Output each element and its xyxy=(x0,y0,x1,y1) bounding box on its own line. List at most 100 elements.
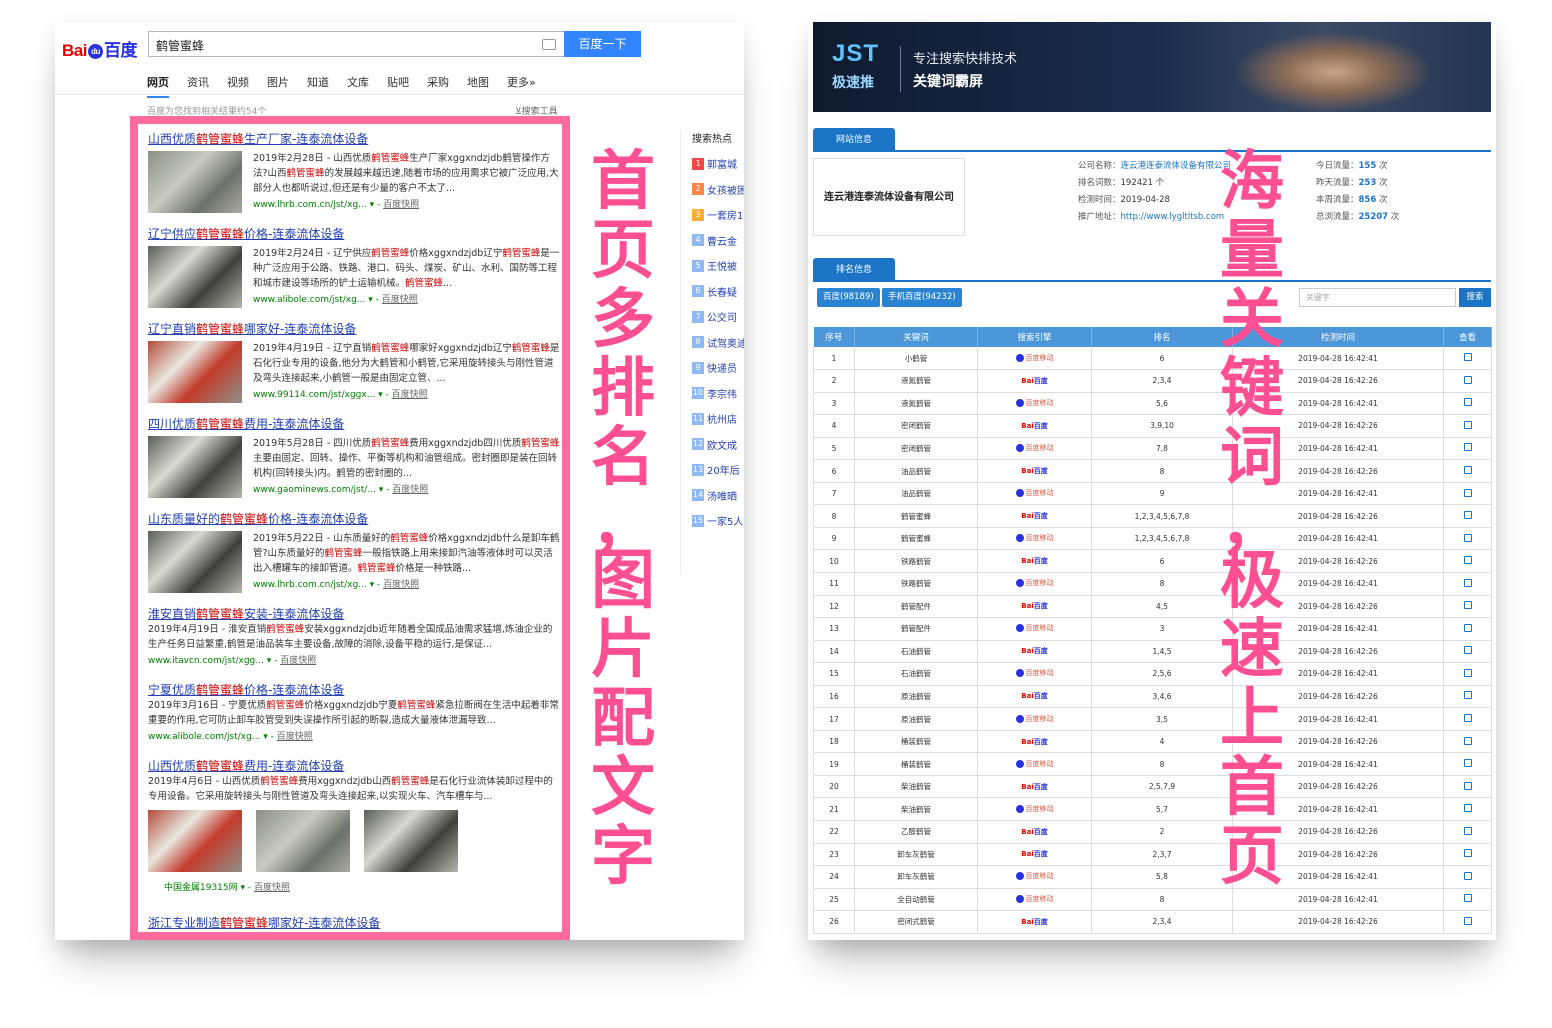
column-header: 关键词 xyxy=(854,327,978,347)
view-icon[interactable] xyxy=(1463,601,1472,610)
table-row: 24 卸车灰鹤管 百度移动 5,8 2019-04-28 16:42:41 xyxy=(813,865,1492,889)
view-icon[interactable] xyxy=(1463,691,1472,700)
baidu-logo[interactable]: Bai du 百度 xyxy=(62,36,137,61)
baidu-mobile-icon: 百度移动 xyxy=(1015,443,1054,453)
baidu-engine-icon: Bai百度 xyxy=(1021,647,1048,656)
view-icon[interactable] xyxy=(1463,353,1472,362)
hot-item[interactable]: 10 李宗伟 xyxy=(692,381,744,407)
table-row: 7 油品鹤管 百度移动 9 2019-04-28 16:42:41 xyxy=(813,482,1492,506)
divider xyxy=(900,46,901,92)
table-row: 2 液氮鹤管 Bai百度 2,3,4 2019-04-28 16:42:26 xyxy=(813,369,1492,393)
view-icon[interactable] xyxy=(1463,826,1472,835)
baidu-mobile-icon: 百度移动 xyxy=(1015,759,1054,769)
table-row: 25 全自动鹤管 百度移动 8 2019-04-28 16:42:41 xyxy=(813,888,1492,912)
hot-item[interactable]: 4 曹云金 xyxy=(692,228,744,254)
table-row: 20 柴油鹤管 Bai百度 2,5,7,9 2019-04-28 16:42:2… xyxy=(813,775,1492,799)
hot-rank-badge: 2 xyxy=(692,183,704,196)
view-icon[interactable] xyxy=(1463,578,1472,587)
filter-mobile-baidu[interactable]: 手机百度(94232) xyxy=(882,288,962,307)
hot-item[interactable]: 9 快递员 xyxy=(692,355,744,381)
view-icon[interactable] xyxy=(1463,646,1472,655)
hot-item[interactable]: 11 杭州店 xyxy=(692,406,744,432)
hot-rank-badge: 11 xyxy=(692,412,704,425)
view-icon[interactable] xyxy=(1463,488,1472,497)
hot-item[interactable]: 13 20年后 xyxy=(692,457,744,483)
hot-title: 搜索热点 xyxy=(692,134,732,145)
keyword-input[interactable]: 关键字 xyxy=(1299,288,1456,307)
view-icon[interactable] xyxy=(1463,714,1472,723)
hot-item[interactable]: 8 试驾奥迪 xyxy=(692,330,744,356)
table-row: 3 液氮鹤管 百度移动 5,6 2019-04-28 16:42:41 xyxy=(813,392,1492,416)
jst-banner: JST 极速推 专注搜索快排技术 关键词霸屏 xyxy=(813,22,1491,112)
view-icon[interactable] xyxy=(1463,668,1472,677)
column-header: 搜索引擎 xyxy=(977,327,1092,347)
hot-rank-badge: 13 xyxy=(692,463,704,476)
table-row: 11 铁路鹤管 百度移动 8 2019-04-28 16:42:41 xyxy=(813,572,1492,596)
hot-item[interactable]: 5 王悦被 xyxy=(692,253,744,279)
info-row: 排名词数：192421 个 xyxy=(1078,178,1165,188)
view-icon[interactable] xyxy=(1463,804,1472,813)
hot-item[interactable]: 1 郭富城 xyxy=(692,151,744,177)
view-icon[interactable] xyxy=(1463,533,1472,542)
table-row: 16 原油鹤管 Bai百度 3,4,6 2019-04-28 16:42:26 xyxy=(813,685,1492,709)
slogan-2: 关键词霸屏 xyxy=(913,74,983,90)
search-input[interactable]: 鹤管蜜蜂 xyxy=(148,31,564,57)
company-box: 连云港连泰流体设备有限公司 xyxy=(813,158,965,236)
tab-site-info[interactable]: 网站信息 xyxy=(813,128,895,152)
view-icon[interactable] xyxy=(1463,849,1472,858)
hot-item[interactable]: 12 欧文成 xyxy=(692,432,744,458)
baidu-engine-icon: Bai百度 xyxy=(1021,376,1048,385)
query-button[interactable]: 搜索 xyxy=(1459,288,1491,307)
view-icon[interactable] xyxy=(1463,420,1472,429)
baidu-mobile-icon: 百度移动 xyxy=(1015,668,1054,678)
tab-rank-info[interactable]: 排名信息 xyxy=(813,258,895,282)
column-header: 序号 xyxy=(813,327,855,347)
baidu-engine-icon: Bai百度 xyxy=(1021,467,1048,475)
jst-logo-sub: 极速推 xyxy=(832,75,874,91)
jst-logo: JST xyxy=(832,40,880,67)
baidu-mobile-icon: 百度移动 xyxy=(1015,353,1054,363)
stat-row: 今日流量：155 次 xyxy=(1316,161,1388,171)
baidu-engine-icon: Bai百度 xyxy=(1021,737,1048,746)
camera-icon[interactable] xyxy=(542,39,556,50)
slogan-1: 专注搜索快排技术 xyxy=(913,52,1018,67)
view-icon[interactable] xyxy=(1463,375,1472,384)
view-icon[interactable] xyxy=(1463,871,1472,880)
hot-item[interactable]: 14 汤唯晒 xyxy=(692,483,744,509)
baidu-engine-icon: Bai百度 xyxy=(1021,827,1048,836)
view-icon[interactable] xyxy=(1463,759,1472,768)
table-row: 14 石油鹤管 Bai百度 1,4,5 2019-04-28 16:42:26 xyxy=(813,640,1492,664)
view-icon[interactable] xyxy=(1463,398,1472,407)
view-icon[interactable] xyxy=(1463,916,1472,925)
view-icon[interactable] xyxy=(1463,623,1472,632)
search-button[interactable]: 百度一下 xyxy=(564,31,641,57)
hot-item[interactable]: 7 公交司 xyxy=(692,304,744,330)
hot-search-panel: 搜索热点 1 郭富城 2 女孩被困 3 一套房1 4 曹云金 5 王悦被 6 长春疑 7 公交司 8 试驾奥迪… xyxy=(692,130,744,534)
baidu-mobile-icon: 百度移动 xyxy=(1015,804,1054,814)
view-icon[interactable] xyxy=(1463,443,1472,452)
view-icon[interactable] xyxy=(1463,736,1472,745)
handshake-image xyxy=(1233,32,1433,112)
view-icon[interactable] xyxy=(1463,781,1472,790)
baidu-engine-icon: Bai百度 xyxy=(1021,512,1048,521)
tab-rank-info-bar: 排名信息 xyxy=(813,258,1491,282)
view-icon[interactable] xyxy=(1463,894,1472,903)
filter-baidu[interactable]: 百度(98189) xyxy=(817,288,880,307)
hot-item[interactable]: 2 女孩被困 xyxy=(692,177,744,203)
baidu-paw-icon: du xyxy=(87,44,103,59)
view-icon[interactable] xyxy=(1463,466,1472,474)
hot-item[interactable]: 3 一套房1 xyxy=(692,202,744,228)
table-row: 12 鹤管配件 Bai百度 4,5 2019-04-28 16:42:26 xyxy=(813,595,1492,619)
table-row: 19 桶装鹤管 百度移动 8 2019-04-28 16:42:41 xyxy=(813,752,1492,776)
promo-stage: Bai du 百度 鹤管蜜蜂 百度一下 网页 资讯 视频 图片 知道 文库 贴吧 采购 地图 更多» … xyxy=(0,0,1552,1028)
overlay-caption-right: 海量关键词，极速上首页 xyxy=(1220,145,1284,894)
view-icon[interactable] xyxy=(1463,511,1472,520)
table-row: 4 密闭鹤管 Bai百度 3,9,10 2019-04-28 16:42:26 xyxy=(813,414,1492,438)
baidu-mobile-icon: 百度移动 xyxy=(1015,398,1054,408)
baidu-mobile-icon: 百度移动 xyxy=(1015,623,1054,633)
divider xyxy=(55,94,744,95)
overlay-caption-left: 首页多排名，图片配文字 xyxy=(591,145,655,894)
view-icon[interactable] xyxy=(1463,556,1472,565)
hot-item[interactable]: 6 长春疑 xyxy=(692,279,744,305)
hot-item[interactable]: 15 一家5人 xyxy=(692,508,744,534)
